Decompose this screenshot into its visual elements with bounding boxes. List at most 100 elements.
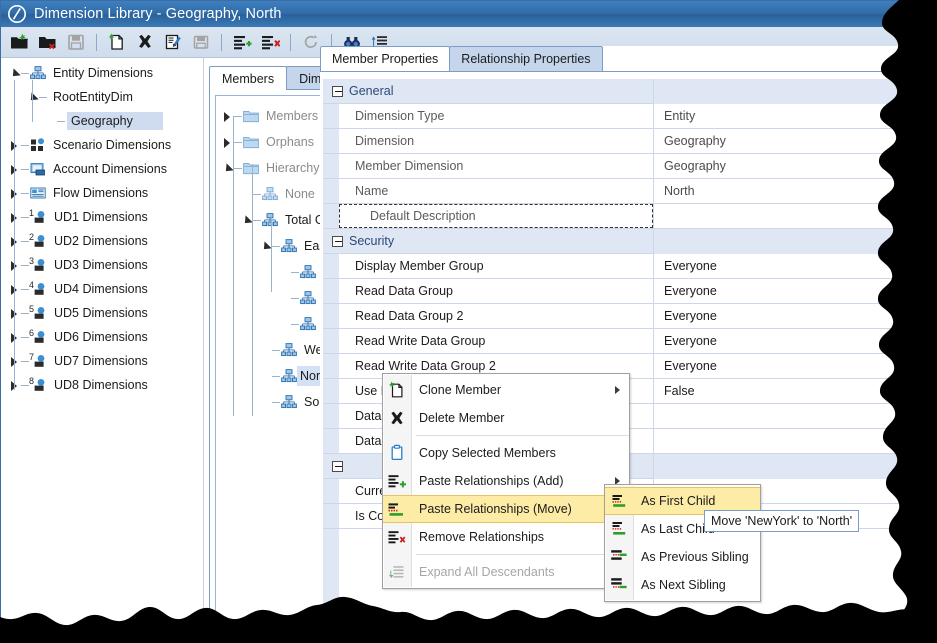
property-value[interactable] [653,403,917,429]
sidebar-item-scenario-dimensions[interactable]: Scenario Dimensions [1,133,203,157]
hierarchy-icon [262,213,278,227]
property-value[interactable] [653,428,917,454]
sidebar-item-label: RootEntityDim [53,90,133,104]
tree-connector [21,192,29,194]
tree-guide-line-2 [32,80,33,122]
property-row[interactable]: Display Member Group Everyone [323,253,917,279]
paste-move-submenu[interactable]: As First Child As Last Child As Previous S… [604,484,761,602]
sidebar-item-ud2-dimensions[interactable]: 2 UD2 Dimensions [1,229,203,253]
tree-leaf-spacer [279,267,290,278]
property-name: Dimension Type [355,109,445,123]
expander-expanded-icon[interactable] [9,68,20,79]
open-library-button[interactable] [7,30,33,55]
property-name: Security [349,234,395,248]
edit-dimension-button[interactable] [160,30,186,55]
sidebar-item-account-dimensions[interactable]: Account Dimensions [1,157,203,181]
property-row[interactable]: Name North [323,178,917,204]
submenu-item-label: As First Child [641,494,716,508]
property-value[interactable]: False [653,378,917,404]
context-menu-item-clone-member[interactable]: Clone Member [383,376,629,404]
dimension-tree-panel[interactable]: Entity Dimensions RootEntityDim Geography S… [1,58,204,627]
sidebar-item-ud6-dimensions[interactable]: 6 UD6 Dimensions [1,325,203,349]
sidebar-item-ud5-dimensions[interactable]: 5 UD5 Dimensions [1,301,203,325]
tree-connector [21,144,29,146]
member-tree-guide-1 [252,164,253,416]
property-value[interactable] [653,228,917,254]
property-value[interactable] [653,78,917,104]
sidebar-item-ud7-dimensions[interactable]: 7 UD7 Dimensions [1,349,203,373]
property-value[interactable] [653,453,917,479]
sidebar-item-ud3-dimensions[interactable]: 3 UD3 Dimensions [1,253,203,277]
expander-expanded-icon[interactable] [241,215,252,226]
property-row[interactable]: Dimension Type Entity [323,103,917,129]
property-name: Name [355,184,389,198]
property-value[interactable]: Everyone [653,328,917,354]
property-group-header[interactable]: Security [323,228,917,254]
sidebar-item-flow-dimensions[interactable]: Flow Dimensions [1,181,203,205]
context-menu-item-delete-member[interactable]: Delete Member [383,404,629,432]
property-value[interactable]: Everyone [653,303,917,329]
context-menu-item-expand-all-descendants: Expand All Descendants [383,558,629,586]
expander-collapsed-icon[interactable] [222,111,233,122]
tree-connector [253,219,261,221]
close-library-button[interactable] [35,30,61,55]
submenu-item-as-previous-sibling[interactable]: As Previous Sibling [605,543,760,571]
member-context-menu[interactable]: Clone Member Delete Member Copy Selected M… [382,373,630,589]
group-collapse-icon[interactable] [332,461,343,472]
save-dimension-button [188,30,214,55]
group-collapse-icon[interactable] [332,86,343,97]
tab-members[interactable]: Members [209,66,288,90]
member-node-label: Hierarchy [266,161,320,175]
property-value[interactable]: North [653,178,917,204]
context-menu-item-remove-relationships[interactable]: Remove Relationships [383,523,629,551]
submenu-item-as-next-sibling[interactable]: As Next Sibling [605,571,760,599]
member-node-label: None [285,187,315,201]
property-name: Default Description [339,204,653,228]
add-member-button[interactable] [229,30,255,55]
property-row[interactable]: Read Data Group Everyone [323,278,917,304]
property-value[interactable]: Entity [653,103,917,129]
app-root: Dimension Library - Geography, North Ent… [0,0,937,643]
ud-icon: 2 [29,232,47,248]
property-name: Read Data Group [355,284,453,298]
property-name: Read Write Data Group 2 [355,359,496,373]
property-value[interactable]: Everyone [653,353,917,379]
property-value[interactable]: Geography [653,128,917,154]
tab-relationship-properties[interactable]: Relationship Properties [449,46,603,71]
property-row[interactable]: Read Data Group 2 Everyone [323,303,917,329]
property-row[interactable]: Default Description [323,203,917,229]
sidebar-item-ud4-dimensions[interactable]: 4 UD4 Dimensions [1,277,203,301]
property-name: Read Write Data Group [355,334,486,348]
property-group-header[interactable]: General [323,78,917,104]
property-row[interactable]: Read Write Data Group Everyone [323,328,917,354]
property-value[interactable]: Everyone [653,253,917,279]
delete-dimension-button[interactable] [132,30,158,55]
tree-connector [272,349,280,351]
context-menu-item-paste-relationships-move-[interactable]: Paste Relationships (Move) [383,495,629,523]
sidebar-item-label: UD8 Dimensions [54,378,148,392]
tree-connector [253,193,261,195]
remove-member-button[interactable] [257,30,283,55]
expander-expanded-icon[interactable] [222,163,233,174]
hierarchy-icon [281,343,297,357]
expander-expanded-icon[interactable] [260,241,271,252]
sidebar-item-badge: 1 [29,208,35,218]
property-value[interactable] [653,203,917,229]
tab-member-properties[interactable]: Member Properties [320,46,451,71]
context-menu-item-paste-relationships-add-[interactable]: Paste Relationships (Add) [383,467,629,495]
expander-collapsed-icon[interactable] [222,137,233,148]
context-menu-item-copy-selected-members[interactable]: Copy Selected Members [383,439,629,467]
hierarchy-icon [281,369,297,383]
group-collapse-icon[interactable] [332,236,343,247]
sidebar-item-ud1-dimensions[interactable]: 1 UD1 Dimensions [1,205,203,229]
member-node-label: Members [266,109,319,123]
property-row[interactable]: Member Dimension Geography [323,153,917,179]
sidebar-item-ud8-dimensions[interactable]: 8 UD8 Dimensions [1,373,203,397]
context-menu-item-label: Clone Member [419,383,501,397]
property-value[interactable]: Everyone [653,278,917,304]
new-dimension-button[interactable] [104,30,130,55]
property-value[interactable]: Geography [653,153,917,179]
property-row[interactable]: Dimension Geography [323,128,917,154]
tree-connector [21,288,29,290]
tree-connector [21,336,29,338]
